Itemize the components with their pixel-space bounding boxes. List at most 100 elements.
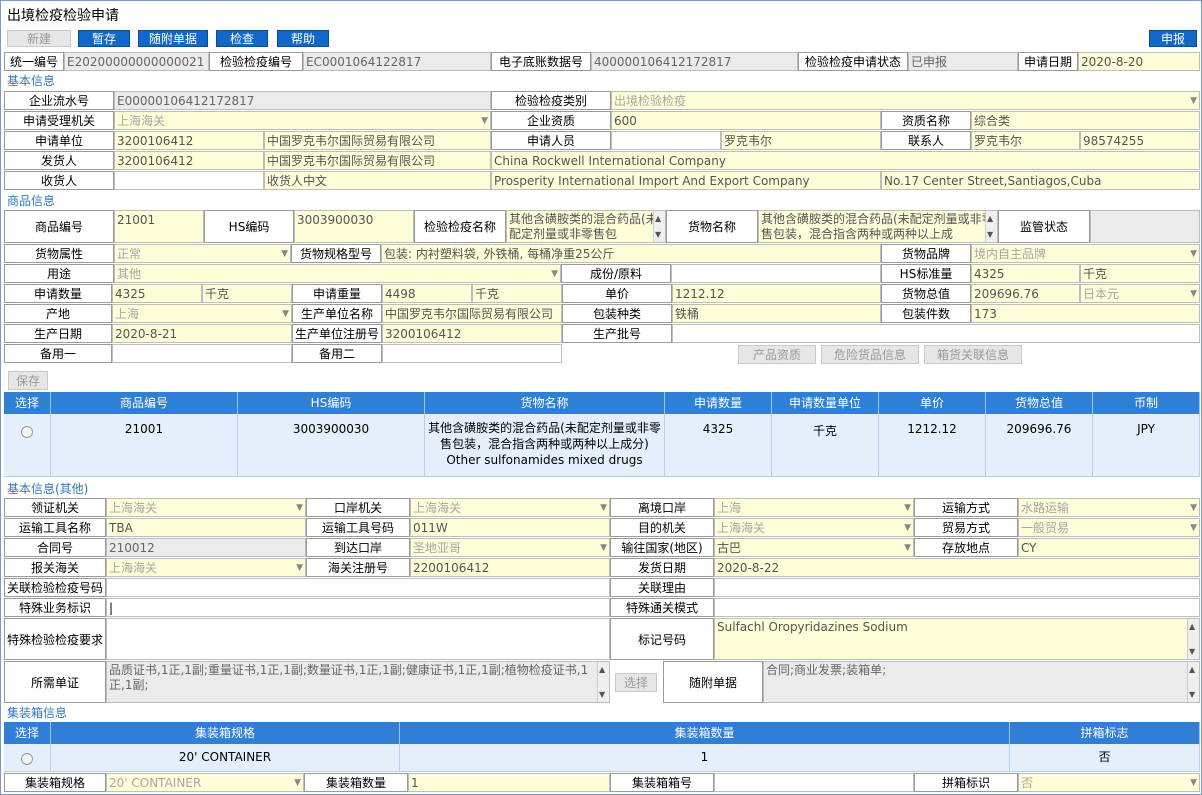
origin-select[interactable]: 上海 ▼ — [112, 304, 292, 323]
material-input[interactable] — [671, 264, 881, 283]
qty-field[interactable]: 4325 — [112, 284, 202, 303]
applicant-input[interactable] — [611, 131, 721, 150]
scroll-up-icon[interactable]: ▲ — [987, 211, 993, 226]
weight-field[interactable]: 4498 — [382, 284, 472, 303]
packnum-field[interactable]: 173 — [971, 304, 1200, 323]
brand-select[interactable]: 境内自主品牌 ▼ — [971, 244, 1200, 263]
prodreg-field[interactable]: 3200106412 — [382, 324, 562, 343]
scrollbar[interactable]: ▲ ▼ — [1187, 662, 1199, 702]
arrival-select[interactable]: 圣地亚哥 ▼ — [410, 538, 610, 557]
ledger-field[interactable]: 400000106412172817 — [591, 52, 798, 71]
apply-date-field[interactable]: 2020-8-20 — [1078, 52, 1200, 71]
special-input[interactable]: | — [106, 598, 610, 617]
special-req-input[interactable] — [106, 618, 610, 660]
contact-field[interactable]: 罗克韦尔 — [971, 131, 1080, 150]
shipper-cn-field[interactable]: 中国罗克韦尔国际贸易有限公司 — [264, 151, 491, 170]
mark-field[interactable]: Sulfachl Oropyridazines Sodium ▲ ▼ — [714, 618, 1200, 660]
unit-name-field[interactable]: 中国罗克韦尔国际贸易有限公司 — [264, 131, 491, 150]
scroll-down-icon[interactable]: ▼ — [987, 227, 993, 242]
scroll-down-icon[interactable]: ▼ — [1189, 687, 1195, 702]
consignee-cn-field[interactable]: 收货人中文 — [264, 171, 491, 190]
ctr-spec-select[interactable]: 20' CONTAINER ▼ — [106, 773, 304, 792]
trade-select[interactable]: 一般贸易 ▼ — [1018, 518, 1200, 537]
new-button[interactable]: 新建 — [7, 30, 71, 47]
status-field[interactable]: 已申报 — [908, 52, 1018, 71]
scrollbar[interactable]: ▲ ▼ — [985, 211, 997, 242]
rel-reason-input[interactable] — [714, 578, 1200, 597]
goods-save-button[interactable]: 保存 — [8, 371, 48, 390]
shipper-code-field[interactable]: 3200106412 — [114, 151, 264, 170]
goods-code-field[interactable]: 21001 — [114, 210, 204, 243]
producer-field[interactable]: 中国罗克韦尔国际贸易有限公司 — [382, 304, 562, 323]
ctr-lcl-select[interactable]: 否 ▼ — [1018, 773, 1200, 792]
pack-field[interactable]: 铁桶 — [672, 304, 881, 323]
consignee-en-field[interactable]: Prosperity International Import And Expo… — [491, 171, 881, 190]
supervise-field[interactable] — [1090, 210, 1200, 243]
goods-name-field[interactable]: 其他含磺胺类的混合药品(未配定剂量或非零售包装，混合指含两种或两种以上成 ▲ ▼ — [758, 210, 998, 243]
dest-org-select[interactable]: 上海海关 ▼ — [714, 518, 914, 537]
reg-field[interactable]: 2200106412 — [410, 558, 610, 577]
danger-goods-button[interactable]: 危险货品信息 — [821, 345, 919, 364]
check-button[interactable]: 检查 — [216, 30, 268, 47]
row-radio[interactable] — [21, 426, 33, 438]
cert-org-select[interactable]: 上海海关 ▼ — [106, 498, 306, 517]
applicant-field[interactable]: 罗克韦尔 — [721, 131, 881, 150]
proddate-field[interactable]: 2020-8-21 — [112, 324, 292, 343]
customs-select[interactable]: 上海海关 ▼ — [106, 558, 306, 577]
org-select[interactable]: 上海海关 ▼ — [114, 111, 491, 130]
ship-date-field[interactable]: 2020-8-22 — [714, 558, 1200, 577]
insp-no-field[interactable]: EC0001064122817 — [303, 52, 491, 71]
shipper-en-field[interactable]: China Rockwell International Company — [491, 151, 1200, 170]
scroll-up-icon[interactable]: ▲ — [1189, 619, 1195, 634]
scrollbar[interactable]: ▲ ▼ — [1187, 619, 1199, 659]
scroll-down-icon[interactable]: ▼ — [1189, 644, 1195, 659]
port-org-select[interactable]: 上海海关 ▼ — [410, 498, 610, 517]
hsstd-field[interactable]: 4325 — [971, 264, 1080, 283]
apply-button[interactable]: 申报 — [1149, 30, 1197, 47]
scroll-down-icon[interactable]: ▼ — [655, 227, 661, 242]
unified-no-field[interactable]: E20200000000000021 — [64, 52, 209, 71]
attach-field[interactable]: 合同;商业发票;装箱单; ▲ ▼ — [763, 661, 1200, 703]
contract-field[interactable]: 210012 — [106, 538, 306, 557]
docs-select-button[interactable]: 选择 — [615, 673, 657, 692]
docs-field[interactable]: 品质证书,1正,1副;重量证书,1正,1副;数量证书,1正,1副;健康证书,1正… — [106, 661, 610, 703]
total-field[interactable]: 209696.76 — [971, 284, 1080, 303]
help-button[interactable]: 帮助 — [277, 30, 329, 47]
country-select[interactable]: 古巴 ▼ — [714, 538, 914, 557]
exit-port-select[interactable]: 上海 ▼ — [714, 498, 914, 517]
scroll-up-icon[interactable]: ▲ — [1189, 662, 1195, 677]
weight-unit-field[interactable]: 千克 — [472, 284, 562, 303]
qual-field[interactable]: 600 — [611, 111, 881, 130]
attr-select[interactable]: 正常 ▼ — [114, 244, 291, 263]
spec-field[interactable]: 包装: 内衬塑料袋, 外铁桶, 每桶净重25公斤 — [381, 244, 881, 263]
ctr-boxno-input[interactable] — [714, 773, 914, 792]
save-draft-button[interactable]: 暂存 — [78, 30, 130, 47]
scroll-down-icon[interactable]: ▼ — [599, 687, 605, 702]
spare1-input[interactable] — [112, 344, 292, 363]
special-mode-input[interactable] — [714, 598, 1200, 617]
unit-code-field[interactable]: 3200106412 — [114, 131, 264, 150]
vehicle-no-field[interactable]: 011W — [410, 518, 610, 537]
scrollbar[interactable]: ▲ ▼ — [653, 211, 665, 242]
scroll-up-icon[interactable]: ▲ — [655, 211, 661, 226]
qty-unit-field[interactable]: 千克 — [202, 284, 292, 303]
ctr-radio[interactable] — [21, 753, 33, 765]
currency-select[interactable]: 日本元 ▼ — [1080, 284, 1200, 303]
category-select[interactable]: 出境检验检疫 ▼ — [611, 91, 1200, 110]
attachments-button[interactable]: 随附单据 — [138, 30, 208, 47]
phone-field[interactable]: 98574255 — [1080, 131, 1200, 150]
vehicle-field[interactable]: TBA — [106, 518, 306, 537]
hsstd-unit-field[interactable]: 千克 — [1080, 264, 1200, 283]
scrollbar[interactable]: ▲ ▼ — [597, 662, 609, 702]
storage-field[interactable]: CY — [1018, 538, 1200, 557]
transport-select[interactable]: 水路运输 ▼ — [1018, 498, 1200, 517]
scroll-up-icon[interactable]: ▲ — [599, 662, 605, 677]
batch-input[interactable] — [672, 324, 1200, 343]
spare2-input[interactable] — [382, 344, 562, 363]
hs-field[interactable]: 3003900030 — [294, 210, 414, 243]
use-select[interactable]: 其他 ▼ — [114, 264, 561, 283]
consignee-addr-field[interactable]: No.17 Center Street,Santiagos,Cuba — [881, 171, 1200, 190]
inspname-field[interactable]: 其他含磺胺类的混合药品(未配定剂量或非零售包 ▲ ▼ — [506, 210, 666, 243]
price-field[interactable]: 1212.12 — [672, 284, 881, 303]
box-link-button[interactable]: 箱货关联信息 — [924, 345, 1022, 364]
